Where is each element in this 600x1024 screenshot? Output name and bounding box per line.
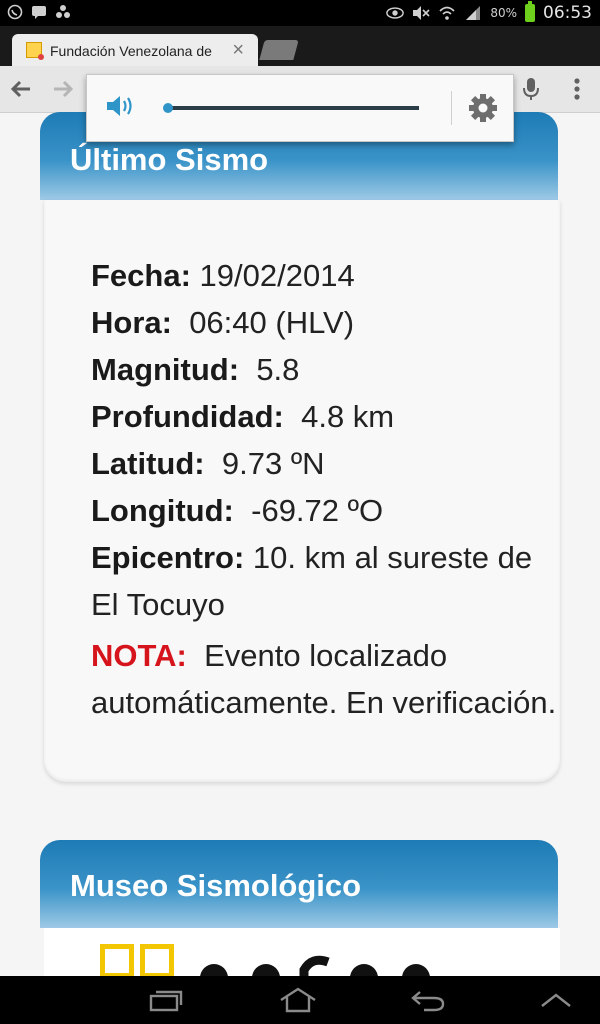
eye-icon (386, 4, 405, 22)
nota-label: NOTA: (91, 638, 187, 673)
back-icon[interactable] (388, 976, 468, 1024)
volume-slider-thumb[interactable] (163, 103, 173, 113)
longitud-label: Longitud: (91, 493, 234, 528)
museo-sismologico-header[interactable]: Museo Sismológico (40, 840, 558, 928)
magnitud-label: Magnitud: (91, 352, 240, 387)
longitud-value: -69.72 ºO (251, 493, 384, 528)
whatsapp-icon (6, 3, 24, 21)
longitud-row: Longitud: -69.72 ºO (91, 487, 561, 534)
logo-square-icon (140, 944, 174, 978)
fecha-row: Fecha: 19/02/2014 (91, 252, 561, 299)
fecha-label: Fecha: (91, 258, 191, 293)
logo-square-icon (100, 944, 134, 978)
profundidad-value: 4.8 km (301, 399, 395, 434)
browser-tab[interactable]: Fundación Venezolana de × (12, 34, 258, 68)
magnitud-row: Magnitud: 5.8 (91, 346, 561, 393)
bbm-icon (30, 3, 48, 21)
tab-title: Fundación Venezolana de (50, 43, 212, 59)
hora-value: 06:40 (HLV) (189, 305, 355, 340)
volume-popup (86, 74, 514, 142)
overflow-menu-icon[interactable] (562, 74, 592, 104)
epicentro-row: Epicentro: 10. km al sureste de El Tocuy… (91, 534, 561, 628)
recent-apps-icon[interactable] (126, 976, 206, 1024)
fecha-value: 19/02/2014 (199, 258, 355, 293)
volume-divider (451, 91, 452, 125)
wifi-icon (438, 4, 456, 22)
battery-percentage: 80% (490, 6, 517, 20)
hora-row: Hora: 06:40 (HLV) (91, 299, 561, 346)
profundidad-row: Profundidad: 4.8 km (91, 393, 561, 440)
epicentro-label: Epicentro: (91, 540, 245, 575)
nota-row: NOTA: Evento localizado automáticamente.… (91, 632, 561, 726)
earthquake-info: Fecha: 19/02/2014 Hora: 06:40 (HLV) Magn… (91, 252, 561, 726)
signal-icon (464, 4, 482, 22)
latitud-value: 9.73 ºN (221, 446, 325, 481)
profundidad-label: Profundidad: (91, 399, 284, 434)
status-clock: 06:53 (543, 3, 592, 23)
back-arrow-icon[interactable] (6, 74, 36, 104)
latitud-row: Latitud: 9.73 ºN (91, 440, 561, 487)
microphone-icon[interactable] (516, 74, 546, 104)
tab-strip: Fundación Venezolana de × (0, 26, 600, 68)
ultimo-sismo-card: Fecha: 19/02/2014 Hora: 06:40 (HLV) Magn… (44, 200, 560, 782)
latitud-label: Latitud: (91, 446, 205, 481)
chevron-up-icon[interactable] (516, 976, 596, 1024)
navigation-bar (0, 976, 600, 1024)
favicon-icon (26, 42, 44, 60)
gear-icon[interactable] (465, 90, 501, 126)
magnitud-value: 5.8 (256, 352, 300, 387)
app-icon (54, 3, 72, 21)
hora-label: Hora: (91, 305, 172, 340)
status-bar: 80% 06:53 (0, 0, 600, 26)
speaker-icon[interactable] (105, 93, 135, 123)
battery-icon (525, 1, 535, 22)
volume-slider-track[interactable] (167, 106, 419, 110)
forward-arrow-icon[interactable] (48, 74, 78, 104)
new-tab-button[interactable] (259, 40, 299, 60)
home-icon[interactable] (258, 976, 338, 1024)
mute-icon (412, 4, 430, 22)
close-tab-icon[interactable]: × (232, 39, 244, 62)
